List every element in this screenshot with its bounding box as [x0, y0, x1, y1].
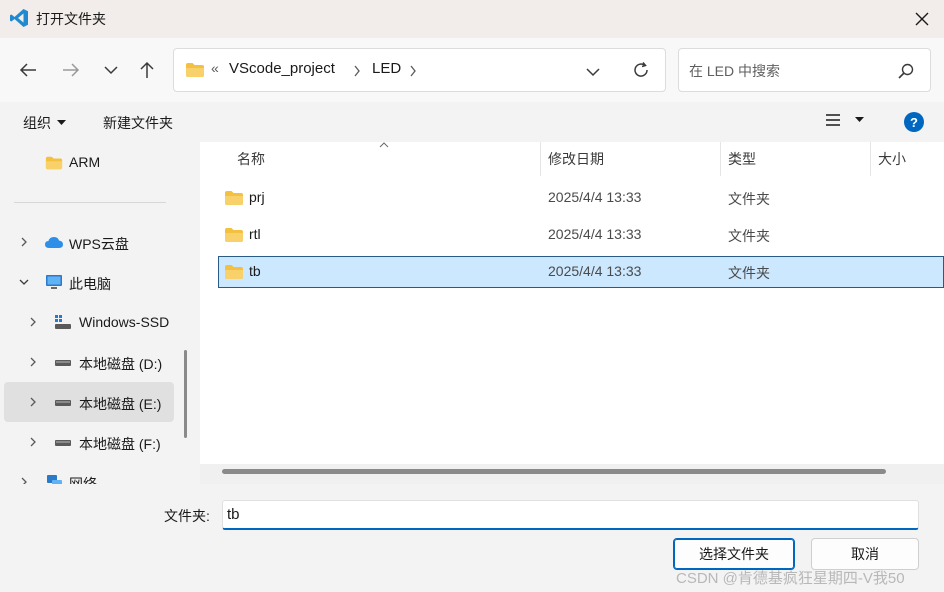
forward-button[interactable] [55, 54, 87, 86]
cloud-icon [45, 237, 63, 248]
chevron-right-icon[interactable] [18, 236, 30, 248]
file-date: 2025/4/4 13:33 [548, 263, 642, 279]
drive-icon [55, 440, 71, 446]
chevron-right-icon[interactable] [18, 476, 30, 484]
chevron-right-icon[interactable] [27, 396, 39, 408]
arrow-up-icon [140, 61, 154, 78]
network-icon [47, 475, 62, 484]
search-icon [898, 63, 914, 79]
folder-icon [186, 63, 204, 77]
caret-down-icon [855, 117, 864, 122]
file-type: 文件夹 [728, 228, 770, 244]
sidebar-item-wps-cloud[interactable]: WPS云盘 [4, 224, 174, 260]
folder-icon [45, 156, 63, 170]
file-row-tb[interactable]: tb 2025/4/4 13:33 文件夹 [218, 256, 944, 288]
organize-label: 组织 [23, 115, 51, 131]
overflow-chevron[interactable]: « [211, 60, 219, 76]
folder-icon [225, 265, 243, 279]
file-row-prj[interactable]: prj 2025/4/4 13:33 文件夹 [218, 182, 944, 214]
chevron-down-icon[interactable] [18, 276, 30, 288]
recent-locations-button[interactable] [95, 54, 127, 86]
chevron-down-icon [104, 66, 118, 75]
view-options-button[interactable] [825, 113, 864, 127]
sidebar-item-windows-ssd[interactable]: Windows-SSD [4, 304, 174, 340]
sidebar-scrollbar[interactable] [184, 350, 187, 438]
refresh-icon[interactable] [632, 61, 650, 79]
arrow-left-icon [19, 63, 36, 77]
up-button[interactable] [131, 54, 163, 86]
file-name: prj [249, 189, 265, 205]
sidebar-item-label: 此电脑 [69, 276, 111, 292]
breadcrumb-item[interactable]: LED [372, 60, 401, 77]
search-input[interactable] [689, 61, 889, 81]
column-header-name[interactable]: 名称 [237, 142, 265, 176]
column-divider[interactable] [720, 142, 721, 176]
folder-icon [225, 191, 243, 205]
sidebar-item-arm[interactable]: ARM [4, 144, 174, 180]
list-view-icon [826, 114, 840, 126]
column-divider[interactable] [540, 142, 541, 176]
horizontal-scrollbar-thumb[interactable] [222, 469, 886, 474]
sidebar-item-drive-d[interactable]: 本地磁盘 (D:) [4, 344, 174, 380]
sidebar-item-drive-f[interactable]: 本地磁盘 (F:) [4, 424, 174, 460]
file-type: 文件夹 [728, 191, 770, 207]
sidebar-item-network[interactable]: 网络 [4, 464, 174, 484]
chevron-right-icon[interactable] [27, 316, 39, 328]
folder-name-input[interactable] [222, 500, 919, 530]
title-bar [0, 0, 944, 38]
file-row-rtl[interactable]: rtl 2025/4/4 13:33 文件夹 [218, 219, 944, 251]
breadcrumb-item[interactable]: VScode_project [229, 60, 335, 77]
sidebar-item-label: Windows-SSD [79, 314, 170, 330]
drive-icon [55, 360, 71, 366]
close-button[interactable] [906, 4, 938, 34]
caret-down-icon [57, 120, 66, 125]
back-button[interactable] [12, 54, 44, 86]
close-icon [915, 12, 929, 26]
sidebar-item-label: 本地磁盘 (F:) [79, 436, 161, 452]
folder-field-label: 文件夹: [164, 508, 210, 524]
sort-ascending-icon [379, 142, 389, 148]
file-name: rtl [249, 226, 261, 242]
vscode-app-icon [10, 9, 28, 27]
horizontal-scrollbar-track[interactable] [200, 464, 944, 484]
file-name: tb [249, 263, 261, 279]
search-box[interactable] [678, 48, 931, 92]
arrow-right-icon [63, 63, 80, 77]
column-header-date[interactable]: 修改日期 [548, 142, 604, 176]
sidebar-item-label: 网络 [69, 476, 97, 484]
address-bar[interactable]: « VScode_project LED [173, 48, 666, 92]
drive-icon [55, 400, 71, 406]
column-header-size[interactable]: 大小 [878, 142, 906, 176]
help-button[interactable]: ? [904, 112, 924, 132]
chevron-right-icon[interactable] [27, 436, 39, 448]
computer-icon [46, 275, 62, 289]
chevron-down-icon[interactable] [586, 67, 600, 77]
chevron-right-icon [354, 65, 360, 77]
cancel-button[interactable]: 取消 [811, 538, 919, 570]
column-header-type[interactable]: 类型 [728, 142, 756, 176]
watermark: CSDN @肯德基疯狂星期四-V我50 [676, 570, 905, 587]
new-folder-button[interactable]: 新建文件夹 [103, 113, 173, 133]
file-list: 名称 修改日期 类型 大小 prj 2025/4/4 13:33 文件夹 rtl… [200, 142, 944, 484]
navigation-pane: ARM WPS云盘 此电脑 Windows-SSD 本地磁盘 (D:) 本地磁盘… [0, 142, 192, 484]
select-folder-button[interactable]: 选择文件夹 [673, 538, 795, 570]
folder-icon [225, 228, 243, 242]
sidebar-item-label: 本地磁盘 (D:) [79, 356, 163, 372]
sidebar-item-label: ARM [69, 154, 101, 170]
window-title: 打开文件夹 [36, 11, 106, 27]
file-date: 2025/4/4 13:33 [548, 189, 642, 205]
chevron-right-icon [410, 65, 416, 77]
sidebar-item-label: 本地磁盘 (E:) [79, 396, 162, 412]
file-date: 2025/4/4 13:33 [548, 226, 642, 242]
organize-button[interactable]: 组织 [23, 113, 66, 133]
sidebar-item-this-pc[interactable]: 此电脑 [4, 264, 174, 300]
sidebar-item-label: WPS云盘 [69, 236, 129, 252]
chevron-right-icon[interactable] [27, 356, 39, 368]
sidebar-item-drive-e[interactable]: 本地磁盘 (E:) [4, 382, 174, 422]
sidebar-divider [14, 202, 166, 203]
help-icon: ? [910, 114, 918, 130]
windows-drive-icon [55, 315, 71, 329]
file-type: 文件夹 [728, 265, 770, 281]
column-divider[interactable] [870, 142, 871, 176]
